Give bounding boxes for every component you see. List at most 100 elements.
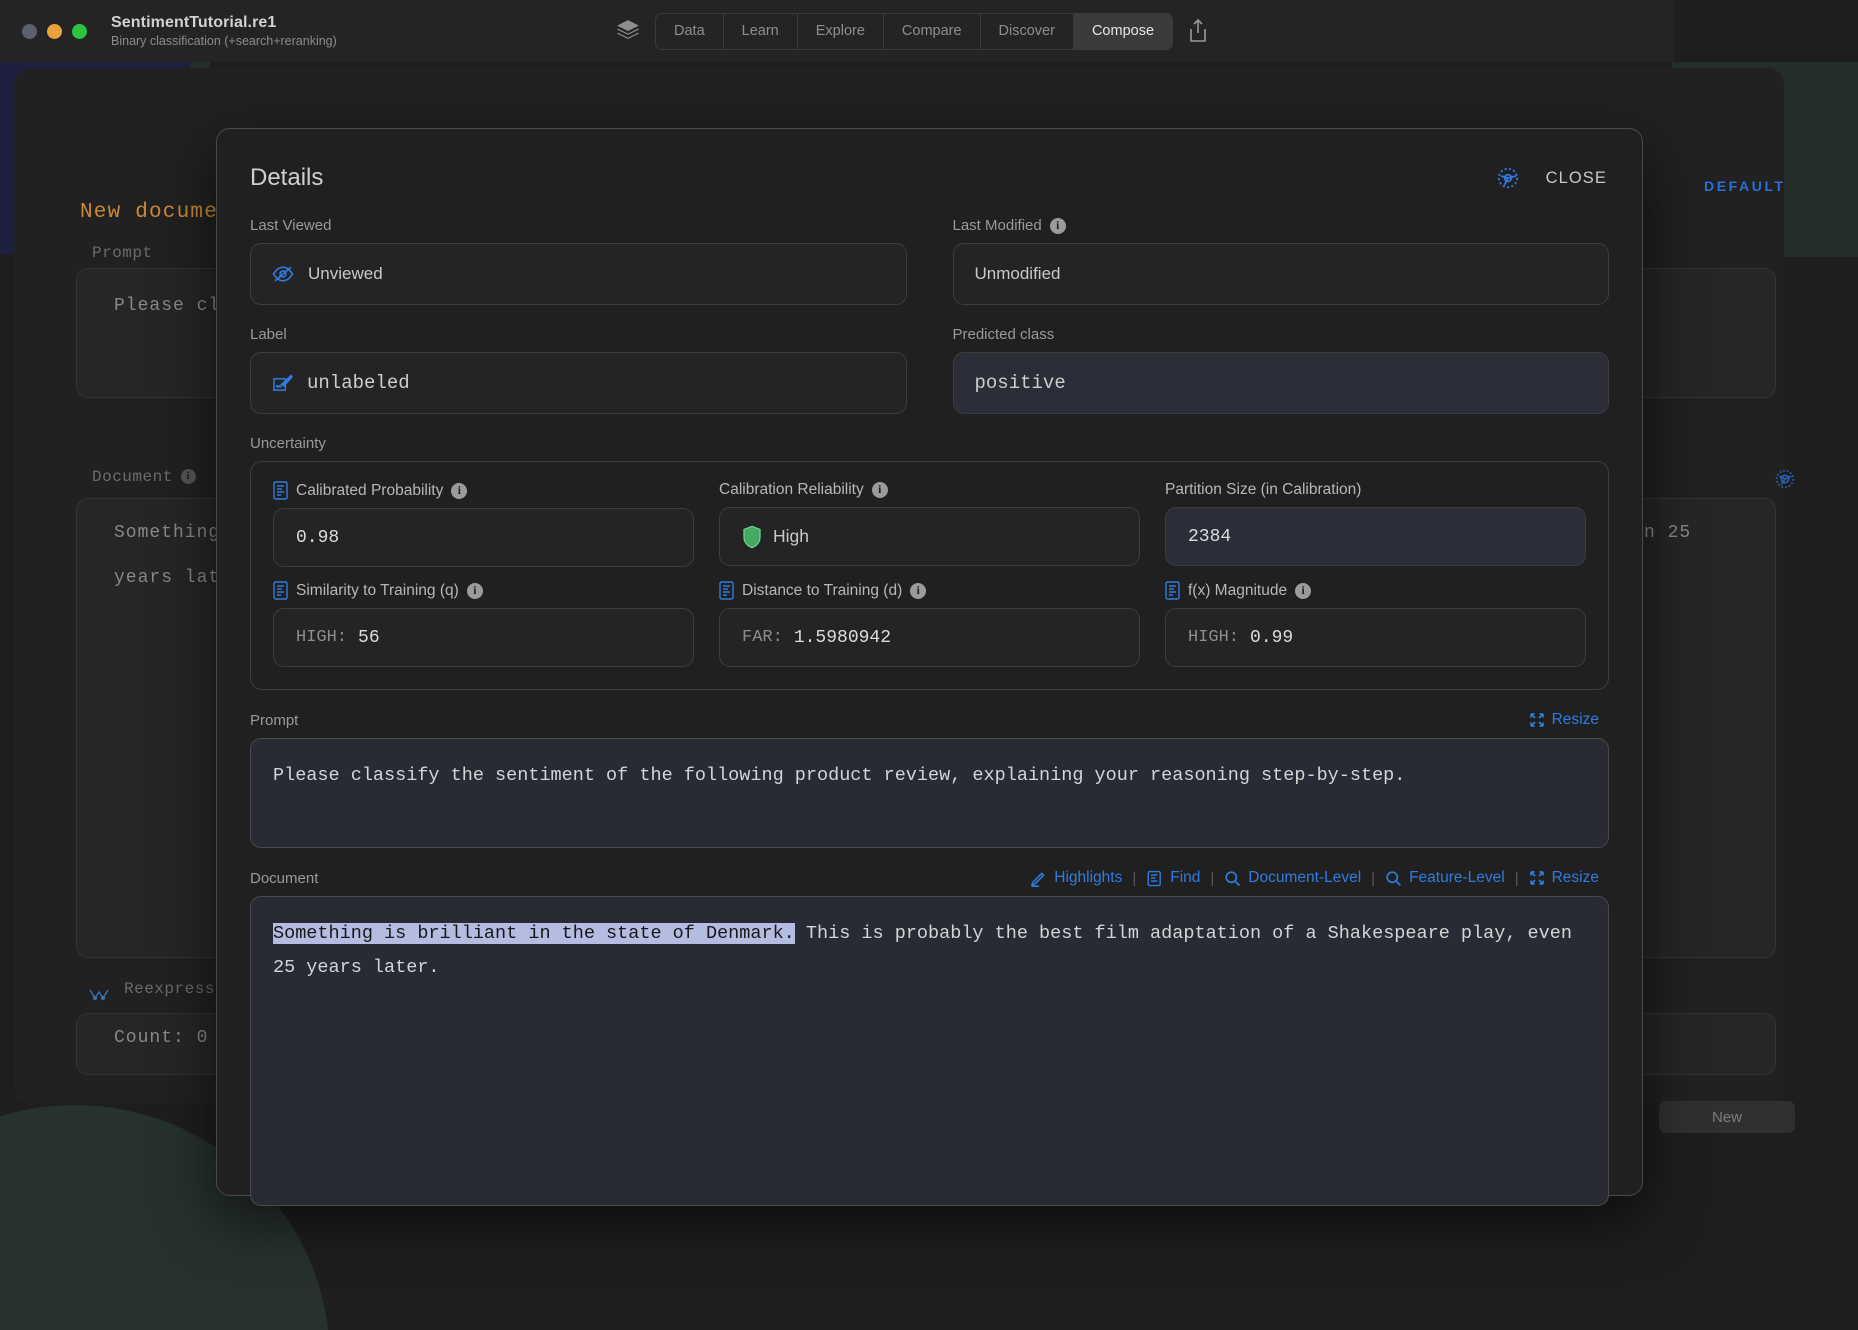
info-icon[interactable]: i (872, 482, 888, 498)
document-textarea[interactable]: Something is brilliant in the state of D… (250, 896, 1609, 1206)
minimize-window-button[interactable] (47, 24, 62, 39)
background-document-label: Document i (92, 468, 196, 486)
last-viewed-label: Last Viewed (250, 217, 907, 234)
prompt-resize-button[interactable]: Resize (1519, 711, 1609, 729)
metric-value-box[interactable]: 0.98 (273, 508, 694, 567)
document-resize-label: Resize (1552, 869, 1599, 887)
resize-icon (1529, 870, 1545, 886)
metric-label: Similarity to Training (q) i (273, 581, 694, 600)
layers-icon[interactable] (615, 18, 641, 44)
metric-label-text: Calibration Reliability (719, 481, 864, 499)
tab-data[interactable]: Data (656, 14, 724, 49)
label-value-box[interactable]: unlabeled (250, 352, 907, 414)
info-icon[interactable]: i (467, 583, 483, 599)
close-window-button[interactable] (22, 24, 37, 39)
last-viewed-value-box[interactable]: Unviewed (250, 243, 907, 305)
info-icon[interactable]: i (451, 483, 467, 499)
gear-icon[interactable] (1496, 166, 1520, 190)
document-level-label: Document-Level (1248, 869, 1361, 887)
metric-fx-magnitude: f(x) Magnitude i HIGH: 0.99 (1165, 581, 1586, 667)
last-modified-label-text: Last Modified (953, 217, 1042, 234)
background-new-button[interactable]: New (1659, 1101, 1795, 1133)
tab-learn[interactable]: Learn (724, 14, 798, 49)
last-modified-value-box[interactable]: Unmodified (953, 243, 1610, 305)
background-default-badge[interactable]: DEFAULT (1704, 178, 1786, 194)
find-button[interactable]: Find (1136, 869, 1210, 887)
reexpression-icon (88, 987, 110, 1001)
metric-prefix: FAR: (742, 628, 783, 647)
document-icon (1165, 581, 1180, 600)
window-title: SentimentTutorial.re1 (111, 14, 337, 32)
info-icon[interactable]: i (1295, 583, 1311, 599)
feature-level-label: Feature-Level (1409, 869, 1505, 887)
window-subtitle: Binary classification (+search+reranking… (111, 34, 337, 48)
highlights-button[interactable]: Highlights (1020, 869, 1132, 887)
metric-distance-to-training: Distance to Training (d) i FAR: 1.598094… (719, 581, 1140, 667)
resize-icon (1529, 712, 1545, 728)
document-level-button[interactable]: Document-Level (1214, 869, 1371, 887)
tab-explore[interactable]: Explore (798, 14, 884, 49)
toolbar: Data Learn Explore Compare Discover Comp… (615, 0, 1209, 62)
metric-partition-size: Partition Size (in Calibration) 2384 (1165, 481, 1586, 567)
predicted-class-value-box[interactable]: positive (953, 352, 1610, 414)
traffic-lights[interactable] (22, 24, 87, 39)
document-section: Document Highlights | (250, 869, 1609, 1206)
background-prompt-text: Please cl (114, 296, 220, 316)
uncertainty-grid: Calibrated Probability i 0.98 Calibratio… (273, 481, 1586, 667)
tab-discover[interactable]: Discover (981, 14, 1074, 49)
metric-value: High (773, 526, 809, 547)
uncertainty-label: Uncertainty (250, 435, 1609, 452)
close-button[interactable]: CLOSE (1544, 165, 1609, 192)
label-field: Label unlabeled (250, 326, 907, 414)
prompt-textarea[interactable]: Please classify the sentiment of the fol… (250, 738, 1609, 848)
modal-header-actions: CLOSE (1496, 165, 1609, 192)
eye-slash-icon (272, 265, 294, 283)
metric-value-box[interactable]: High (719, 507, 1140, 566)
metric-label-text: Similarity to Training (q) (296, 582, 459, 600)
metric-value: 1.5980942 (794, 628, 891, 648)
metric-value-box[interactable]: HIGH: 56 (273, 608, 694, 667)
pencil-icon (1030, 870, 1047, 887)
search-icon (1224, 870, 1241, 887)
title-bar: SentimentTutorial.re1 Binary classificat… (0, 0, 1674, 62)
last-modified-field: Last Modified i Unmodified (953, 217, 1610, 305)
metric-label-text: Distance to Training (d) (742, 582, 902, 600)
background-document-label-text: Document (92, 468, 173, 486)
zoom-window-button[interactable] (72, 24, 87, 39)
document-actions: Highlights | Find | (1020, 869, 1609, 887)
find-document-icon (1146, 870, 1163, 887)
label-field-label: Label (250, 326, 907, 343)
label-field-label-text: Label (250, 326, 287, 343)
view-tabs[interactable]: Data Learn Explore Compare Discover Comp… (655, 13, 1173, 50)
details-modal: Details CLOSE Last Viewed (216, 128, 1643, 1196)
label-tag-icon (272, 374, 293, 393)
metric-label-text: Partition Size (in Calibration) (1165, 481, 1361, 499)
info-icon[interactable]: i (1050, 218, 1066, 234)
modal-header: Details CLOSE (250, 155, 1609, 201)
metric-value-box[interactable]: 2384 (1165, 507, 1586, 566)
metric-label: Partition Size (in Calibration) (1165, 481, 1586, 499)
gear-icon[interactable] (1774, 468, 1796, 490)
prompt-resize-label: Resize (1552, 711, 1599, 729)
document-label: Document (250, 870, 318, 887)
document-icon (273, 581, 288, 600)
info-icon[interactable]: i (181, 469, 196, 484)
find-label: Find (1170, 869, 1200, 887)
metric-label: f(x) Magnitude i (1165, 581, 1586, 600)
prompt-header: Prompt Resize (250, 711, 1609, 729)
info-icon[interactable]: i (910, 583, 926, 599)
feature-level-button[interactable]: Feature-Level (1375, 869, 1515, 887)
tab-compare[interactable]: Compare (884, 14, 981, 49)
document-icon (273, 481, 288, 500)
predicted-class-value: positive (975, 372, 1066, 394)
metric-value-box[interactable]: HIGH: 0.99 (1165, 608, 1586, 667)
document-resize-button[interactable]: Resize (1519, 869, 1609, 887)
background-document-text-right: n 25 (1644, 523, 1691, 543)
metric-label: Calibrated Probability i (273, 481, 694, 500)
tab-compose[interactable]: Compose (1074, 14, 1172, 49)
share-icon[interactable] (1187, 18, 1209, 44)
metric-value-box[interactable]: FAR: 1.5980942 (719, 608, 1140, 667)
metric-value: 2384 (1188, 527, 1231, 547)
predicted-class-label-text: Predicted class (953, 326, 1055, 343)
prompt-label: Prompt (250, 712, 298, 729)
